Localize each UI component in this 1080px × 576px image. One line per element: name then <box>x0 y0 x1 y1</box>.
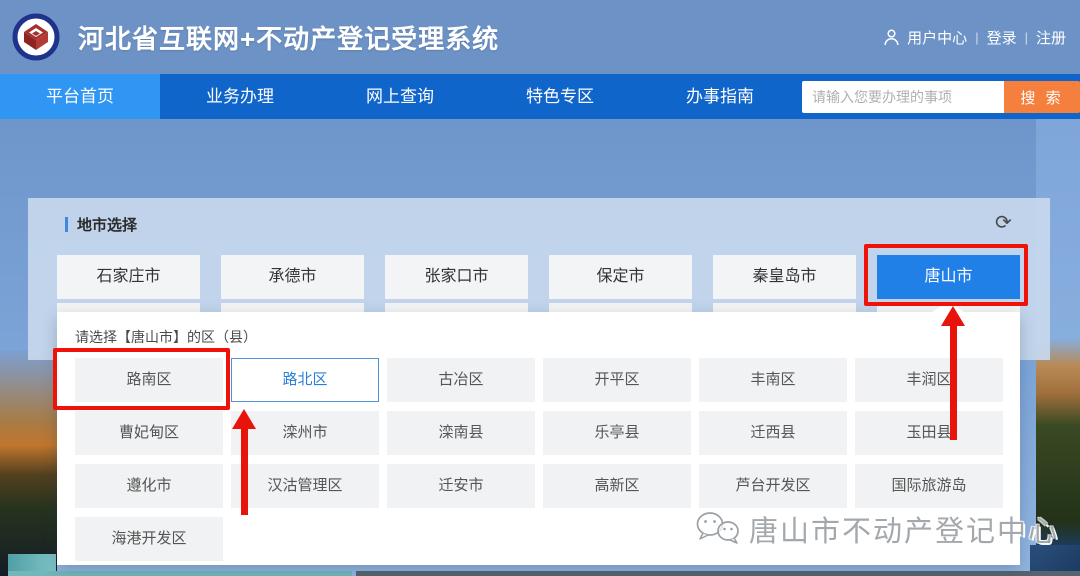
main-nav: 平台首页 业务办理 网上查询 特色专区 办事指南 搜 索 <box>0 74 1080 119</box>
nav-tab-home[interactable]: 平台首页 <box>0 74 160 119</box>
district-button-lutai[interactable]: 芦台开发区 <box>699 464 847 508</box>
search-box: 搜 索 <box>802 81 1080 113</box>
district-button-luannan[interactable]: 滦南县 <box>387 411 535 455</box>
register-link[interactable]: 注册 <box>1036 27 1066 48</box>
district-button-gaoxin[interactable]: 高新区 <box>543 464 691 508</box>
search-button[interactable]: 搜 索 <box>1004 81 1080 113</box>
user-area: 用户中心 | 登录 | 注册 <box>884 0 1066 74</box>
annotation-arrow-lunan-head <box>232 409 256 429</box>
city-button-baoding[interactable]: 保定市 <box>549 255 692 299</box>
login-link[interactable]: 登录 <box>987 27 1017 48</box>
footer-slate-line <box>356 571 1080 576</box>
district-button-kaiping[interactable]: 开平区 <box>543 358 691 402</box>
refresh-icon[interactable]: ⟳ <box>995 210 1012 235</box>
nav-tab-guide[interactable]: 办事指南 <box>640 74 800 119</box>
nav-tab-business[interactable]: 业务办理 <box>160 74 320 119</box>
nav-tab-online-query[interactable]: 网上查询 <box>320 74 480 119</box>
user-icon <box>884 29 899 46</box>
annotation-box-tangshan <box>864 244 1028 306</box>
city-button-shijiazhuang[interactable]: 石家庄市 <box>57 255 200 299</box>
watermark-text: 唐山市不动产登记中心 <box>749 508 1059 550</box>
wechat-icon <box>695 510 741 548</box>
site-title: 河北省互联网+不动产登记受理系统 <box>78 0 499 74</box>
district-panel-title: 请选择【唐山市】的区（县） <box>75 327 257 347</box>
separator: | <box>1025 30 1028 45</box>
district-button-qianan[interactable]: 迁安市 <box>387 464 535 508</box>
annotation-arrow-tangshan-head <box>941 306 965 326</box>
city-panel-title: 地市选择 <box>65 214 137 235</box>
district-button-intl-tourism-island[interactable]: 国际旅游岛 <box>855 464 1003 508</box>
district-button-lubei-selected[interactable]: 路北区 <box>231 358 379 402</box>
district-button-haigang[interactable]: 海港开发区 <box>75 517 223 561</box>
district-button-zunhua[interactable]: 遵化市 <box>75 464 223 508</box>
district-button-caofeidian[interactable]: 曹妃甸区 <box>75 411 223 455</box>
page: 河北省互联网+不动产登记受理系统 用户中心 | 登录 | 注册 平台首页 业务办… <box>0 0 1080 576</box>
district-button-guye[interactable]: 古冶区 <box>387 358 535 402</box>
city-button-qinhuangdao[interactable]: 秦皇岛市 <box>713 255 856 299</box>
footer-teal-line <box>8 571 352 576</box>
watermark: 唐山市不动产登记中心 <box>695 508 1059 550</box>
district-button-fengrun[interactable]: 丰润区 <box>855 358 1003 402</box>
search-input[interactable] <box>802 81 1004 113</box>
district-button-leting[interactable]: 乐亭县 <box>543 411 691 455</box>
district-button-fengnan[interactable]: 丰南区 <box>699 358 847 402</box>
city-button-zhangjiakou[interactable]: 张家口市 <box>385 255 528 299</box>
nav-tab-special-zone[interactable]: 特色专区 <box>480 74 640 119</box>
district-button-yutian[interactable]: 玉田县 <box>855 411 1003 455</box>
annotation-arrow-lunan-shaft <box>241 427 248 515</box>
district-button-hangu[interactable]: 汉沽管理区 <box>231 464 379 508</box>
separator: | <box>975 30 978 45</box>
annotation-box-lunan <box>53 348 230 410</box>
annotation-arrow-tangshan-shaft <box>950 324 957 440</box>
background-mountain-left <box>0 350 57 576</box>
title-accent-bar <box>65 217 68 232</box>
user-center-link[interactable]: 用户中心 <box>907 27 967 48</box>
district-button-qianxi[interactable]: 迁西县 <box>699 411 847 455</box>
city-button-chengde[interactable]: 承德市 <box>221 255 364 299</box>
header: 河北省互联网+不动产登记受理系统 用户中心 | 登录 | 注册 <box>0 0 1080 74</box>
site-logo-icon <box>12 13 60 61</box>
